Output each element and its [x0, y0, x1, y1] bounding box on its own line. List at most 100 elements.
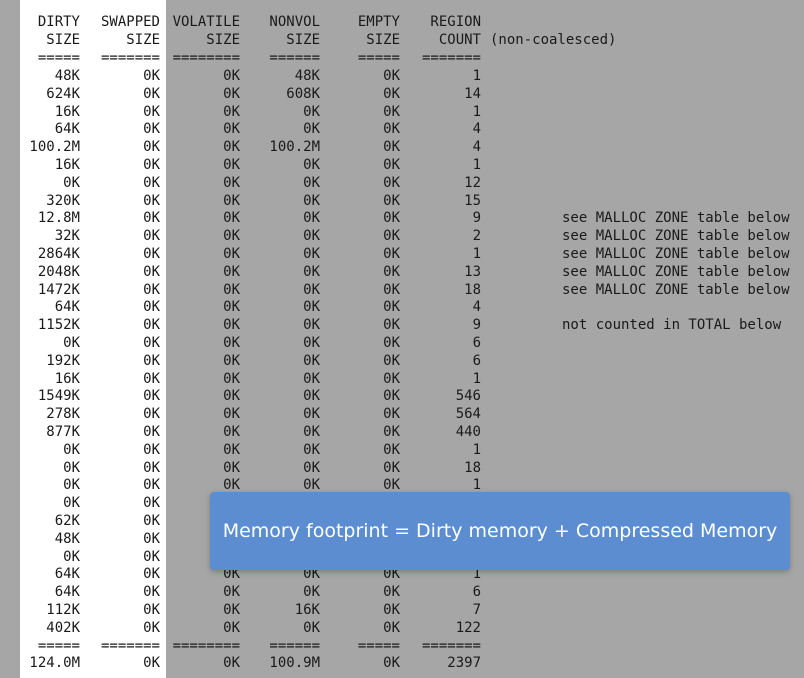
header-separator: ========	[172, 49, 240, 66]
total-dirty: 124.0M	[29, 655, 80, 672]
cell-volatile: 0K	[223, 424, 240, 440]
cell-nonvol: 48K	[294, 68, 320, 84]
cell-nonvol: 0K	[303, 584, 320, 601]
cell-dirty: 16K	[54, 103, 80, 120]
header-separator: =======	[100, 49, 160, 66]
total-swapped: 0K	[143, 655, 160, 672]
cell-nonvol: 0K	[303, 157, 320, 173]
cell-volatile: 0K	[223, 246, 240, 262]
cell-empty: 0K	[383, 424, 400, 440]
total-volatile: 0K	[223, 655, 240, 672]
cell-dirty: 0K	[63, 459, 80, 476]
cell-region: 1	[472, 370, 481, 387]
cell-dirty: 0K	[63, 477, 80, 494]
cell-empty: 0K	[383, 103, 400, 120]
cell-nonvol: 16K	[294, 602, 320, 618]
cell-swapped: 0K	[143, 85, 160, 102]
cell-volatile: 0K	[223, 103, 240, 120]
cell-swapped: 0K	[143, 459, 160, 476]
cell-nonvol: 0K	[303, 441, 320, 458]
cell-empty: 0K	[383, 352, 400, 369]
cell-nonvol: 0K	[303, 281, 320, 298]
cell-region: 1	[472, 68, 481, 84]
cell-nonvol: 0K	[303, 619, 320, 636]
cell-swapped: 0K	[143, 352, 160, 369]
cell-swapped: 0K	[143, 602, 160, 618]
cell-empty: 0K	[383, 192, 400, 209]
cell-empty: 0K	[383, 139, 400, 156]
cell-dirty: 12.8M	[37, 210, 80, 227]
cell-swapped: 0K	[143, 513, 160, 529]
cell-nonvol: 0K	[303, 228, 320, 245]
cell-swapped: 0K	[143, 139, 160, 156]
footer-separator: =======	[100, 637, 160, 654]
cell-nonvol: 0K	[303, 388, 320, 405]
cell-volatile: 0K	[223, 335, 240, 351]
cell-swapped: 0K	[143, 317, 160, 334]
header-separator: =====	[37, 49, 80, 66]
cell-empty: 0K	[383, 228, 400, 245]
cell-region: 564	[455, 406, 481, 423]
cell-region: 18	[464, 281, 481, 298]
cell-empty: 0K	[383, 263, 400, 280]
header-separator: ======	[269, 49, 320, 66]
cell-dirty: 1472K	[37, 281, 80, 298]
cell-dirty: 0K	[63, 548, 80, 565]
cell-swapped: 0K	[143, 424, 160, 440]
total-nonvol: 100.9M	[269, 655, 320, 672]
cell-nonvol: 0K	[303, 370, 320, 387]
column-header-region: REGION	[430, 14, 481, 30]
cell-region: 440	[455, 424, 481, 440]
cell-region: 7	[472, 602, 481, 618]
cell-region: 6	[472, 352, 481, 369]
row-note: see MALLOC ZONE table below	[562, 281, 790, 298]
footer-separator: ======	[269, 637, 320, 654]
cell-region: 9	[472, 210, 481, 227]
cell-nonvol: 100.2M	[269, 139, 320, 156]
column-header-dirty: DIRTY	[37, 14, 80, 30]
cell-swapped: 0K	[143, 121, 160, 138]
cell-region: 1	[472, 103, 481, 120]
cell-dirty: 624K	[46, 85, 80, 102]
cell-empty: 0K	[383, 335, 400, 351]
cell-dirty: 100.2M	[29, 139, 80, 156]
cell-volatile: 0K	[223, 584, 240, 601]
header-separator: =======	[421, 49, 481, 66]
cell-region: 18	[464, 459, 481, 476]
cell-empty: 0K	[383, 157, 400, 173]
cell-empty: 0K	[383, 68, 400, 84]
cell-swapped: 0K	[143, 103, 160, 120]
cell-swapped: 0K	[143, 210, 160, 227]
cell-swapped: 0K	[143, 246, 160, 262]
cell-region: 13	[464, 263, 481, 280]
footer-separator: =====	[357, 637, 400, 654]
cell-dirty: 0K	[63, 174, 80, 191]
cell-volatile: 0K	[223, 406, 240, 423]
cell-swapped: 0K	[143, 335, 160, 351]
cell-dirty: 0K	[63, 335, 80, 351]
cell-swapped: 0K	[143, 530, 160, 547]
cell-region: 4	[472, 139, 481, 156]
cell-empty: 0K	[383, 246, 400, 262]
cell-region: 4	[472, 121, 481, 138]
cell-dirty: 48K	[54, 68, 80, 84]
cell-region: 4	[472, 299, 481, 316]
cell-dirty: 32K	[54, 228, 80, 245]
cell-swapped: 0K	[143, 495, 160, 512]
cell-volatile: 0K	[223, 228, 240, 245]
cell-empty: 0K	[383, 121, 400, 138]
column-header-swapped: SWAPPED	[100, 14, 160, 30]
callout-text: Memory footprint = Dirty memory + Compre…	[222, 520, 778, 542]
cell-dirty: 2048K	[37, 263, 80, 280]
cell-swapped: 0K	[143, 299, 160, 316]
column-header-empty: EMPTY	[357, 14, 400, 30]
cell-volatile: 0K	[223, 459, 240, 476]
cell-volatile: 0K	[223, 210, 240, 227]
cell-empty: 0K	[383, 210, 400, 227]
cell-region: 1	[472, 246, 481, 262]
cell-swapped: 0K	[143, 68, 160, 84]
cell-volatile: 0K	[223, 317, 240, 334]
cell-region: 6	[472, 584, 481, 601]
row-note: see MALLOC ZONE table below	[562, 263, 790, 280]
cell-dirty: 16K	[54, 370, 80, 387]
